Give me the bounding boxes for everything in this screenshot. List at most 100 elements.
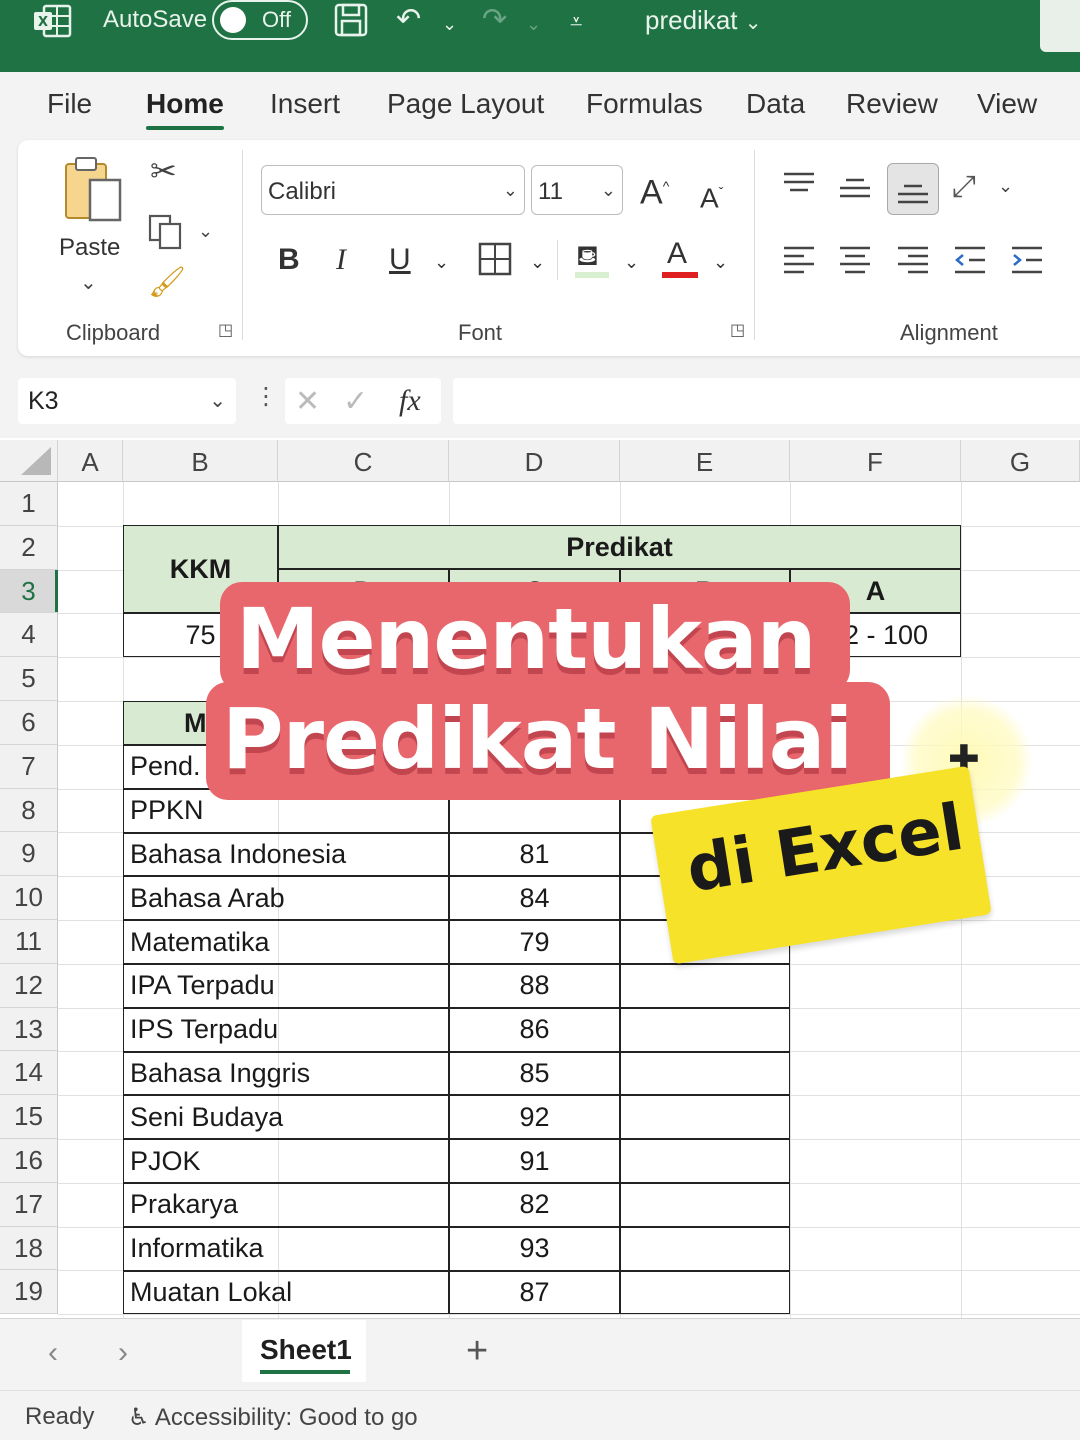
- paste-icon[interactable]: [62, 156, 124, 224]
- score-cell[interactable]: 84: [449, 876, 620, 921]
- orientation-icon[interactable]: ⤢: [952, 170, 976, 204]
- predikat-cell[interactable]: [620, 1183, 790, 1227]
- align-middle-icon[interactable]: [838, 174, 872, 204]
- subject-cell[interactable]: Muatan Lokal: [123, 1270, 449, 1315]
- font-color-icon[interactable]: A: [667, 238, 687, 270]
- row-header-19[interactable]: 19: [0, 1270, 58, 1315]
- predikat-cell[interactable]: [620, 1007, 790, 1052]
- save-icon[interactable]: [333, 2, 369, 38]
- formula-input[interactable]: [453, 378, 1080, 424]
- row-header-9[interactable]: 9: [0, 832, 58, 877]
- subject-cell[interactable]: IPA Terpadu: [123, 964, 449, 1008]
- document-name[interactable]: predikat ⌄: [645, 5, 762, 36]
- row-header-14[interactable]: 14: [0, 1051, 58, 1096]
- fill-color-icon[interactable]: ⛾: [576, 240, 599, 272]
- increase-indent-icon[interactable]: [1010, 244, 1044, 276]
- column-header-b[interactable]: B: [123, 440, 278, 482]
- predikat-cell[interactable]: [620, 1139, 790, 1183]
- column-header-c[interactable]: C: [278, 440, 449, 482]
- subject-cell[interactable]: Seni Budaya: [123, 1095, 449, 1140]
- insert-function-icon[interactable]: fx: [399, 384, 421, 418]
- align-right-icon[interactable]: [896, 244, 930, 276]
- tab-view[interactable]: View: [977, 88, 1037, 120]
- column-header-f[interactable]: F: [790, 440, 961, 482]
- previous-sheet-icon[interactable]: ‹: [48, 1336, 58, 1370]
- predikat-header[interactable]: Predikat: [278, 525, 961, 569]
- paste-label[interactable]: Paste: [59, 234, 120, 262]
- row-header-4[interactable]: 4: [0, 613, 58, 658]
- subject-cell[interactable]: Matematika: [123, 920, 449, 964]
- next-sheet-icon[interactable]: ›: [118, 1336, 128, 1370]
- row-header-3[interactable]: 3: [0, 569, 58, 614]
- column-header-e[interactable]: E: [620, 440, 790, 482]
- predikat-cell[interactable]: [620, 1270, 790, 1315]
- row-header-17[interactable]: 17: [0, 1182, 58, 1227]
- font-size-combo[interactable]: 11 ⌄: [531, 165, 623, 215]
- row-header-8[interactable]: 8: [0, 788, 58, 833]
- underline-button[interactable]: U: [389, 244, 411, 276]
- font-name-combo[interactable]: Calibri ⌄: [261, 165, 525, 215]
- undo-dropdown-icon[interactable]: ⌄: [442, 6, 457, 42]
- more-options-icon[interactable]: ⋮: [254, 382, 278, 411]
- customize-icon[interactable]: ⩡: [570, 4, 582, 40]
- paste-dropdown-icon[interactable]: ⌄: [80, 270, 97, 295]
- bold-button[interactable]: B: [278, 244, 300, 276]
- add-sheet-icon[interactable]: +: [466, 1330, 488, 1373]
- score-cell[interactable]: 92: [449, 1095, 620, 1140]
- tab-file[interactable]: File: [47, 88, 92, 120]
- subject-cell[interactable]: Bahasa Indonesia: [123, 832, 449, 877]
- copy-dropdown-icon[interactable]: ⌄: [198, 216, 213, 246]
- underline-dropdown-icon[interactable]: ⌄: [434, 246, 449, 278]
- row-header-1[interactable]: 1: [0, 482, 58, 526]
- predikat-cell[interactable]: [620, 1226, 790, 1271]
- score-cell[interactable]: 86: [449, 1007, 620, 1052]
- tab-page-layout[interactable]: Page Layout: [387, 88, 544, 120]
- font-color-dropdown-icon[interactable]: ⌄: [713, 246, 728, 278]
- row-header-18[interactable]: 18: [0, 1226, 58, 1271]
- subject-cell[interactable]: Bahasa Arab: [123, 876, 449, 921]
- row-header-6[interactable]: 6: [0, 701, 58, 745]
- subject-cell[interactable]: Informatika: [123, 1226, 449, 1271]
- score-cell[interactable]: 81: [449, 832, 620, 877]
- row-header-2[interactable]: 2: [0, 525, 58, 570]
- align-left-icon[interactable]: [782, 244, 816, 276]
- row-header-11[interactable]: 11: [0, 920, 58, 964]
- row-header-12[interactable]: 12: [0, 963, 58, 1008]
- score-cell[interactable]: 87: [449, 1270, 620, 1315]
- row-header-5[interactable]: 5: [0, 657, 58, 701]
- italic-button[interactable]: I: [336, 244, 346, 276]
- borders-icon[interactable]: [478, 242, 512, 276]
- orientation-dropdown-icon[interactable]: ⌄: [998, 176, 1013, 197]
- enter-icon[interactable]: ✓: [343, 384, 368, 419]
- subject-cell[interactable]: Bahasa Inggris: [123, 1051, 449, 1096]
- score-cell[interactable]: 82: [449, 1183, 620, 1227]
- tab-data[interactable]: Data: [746, 88, 805, 120]
- tab-home[interactable]: Home: [146, 88, 224, 130]
- column-header-g[interactable]: G: [961, 440, 1080, 482]
- cut-icon[interactable]: ✂: [150, 155, 177, 187]
- predikat-cell[interactable]: [620, 1051, 790, 1096]
- row-header-15[interactable]: 15: [0, 1095, 58, 1139]
- fill-color-dropdown-icon[interactable]: ⌄: [624, 246, 639, 278]
- row-header-7[interactable]: 7: [0, 744, 58, 789]
- search-box[interactable]: [1040, 0, 1080, 52]
- redo-icon[interactable]: ↷: [482, 2, 507, 38]
- cancel-icon[interactable]: ✕: [295, 384, 320, 419]
- score-cell[interactable]: 88: [449, 964, 620, 1008]
- align-center-icon[interactable]: [838, 244, 872, 276]
- borders-dropdown-icon[interactable]: ⌄: [530, 246, 545, 278]
- predikat-cell[interactable]: [620, 1095, 790, 1140]
- column-header-d[interactable]: D: [449, 440, 620, 482]
- redo-dropdown-icon[interactable]: ⌄: [526, 6, 541, 42]
- align-top-icon[interactable]: [782, 170, 816, 200]
- tab-insert[interactable]: Insert: [270, 88, 340, 120]
- format-painter-icon[interactable]: 🖌: [148, 268, 186, 298]
- score-cell[interactable]: 85: [449, 1051, 620, 1096]
- tab-formulas[interactable]: Formulas: [586, 88, 703, 120]
- sheet-tab-sheet1[interactable]: Sheet1: [242, 1320, 366, 1382]
- subject-cell[interactable]: Prakarya: [123, 1183, 449, 1227]
- column-header-a[interactable]: A: [58, 440, 123, 482]
- score-cell[interactable]: 79: [449, 920, 620, 964]
- font-dialog-launcher-icon[interactable]: ◳: [730, 322, 748, 340]
- select-all-corner[interactable]: [0, 440, 58, 482]
